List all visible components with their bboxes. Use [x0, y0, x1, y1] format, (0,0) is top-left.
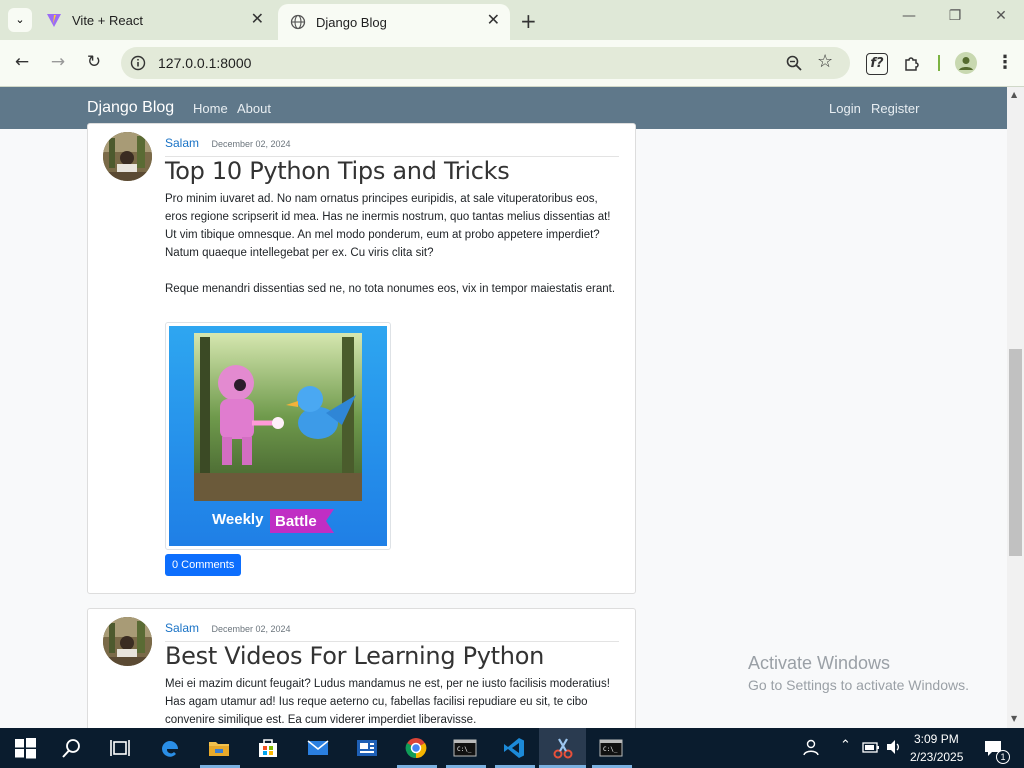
bookmark-star-icon[interactable]: ☆ [817, 51, 833, 72]
scroll-up-arrow-icon[interactable]: ▲ [1011, 90, 1017, 99]
volume-icon[interactable] [885, 739, 903, 755]
close-tab-icon[interactable]: ✕ [487, 13, 500, 29]
close-tab-icon[interactable]: ✕ [251, 12, 264, 28]
post-paragraph: Pro minim iuvaret ad. No nam ornatus pri… [165, 193, 611, 259]
image-caption-battle: Battle [275, 513, 317, 530]
vite-logo-icon [47, 14, 61, 27]
post-date: December 02, 2024 [211, 139, 291, 149]
vscode-icon[interactable] [502, 736, 526, 760]
terminal-icon[interactable]: C:\_ [599, 736, 623, 760]
site-info-icon[interactable] [130, 55, 146, 71]
restore-icon[interactable]: ❐ [940, 8, 970, 24]
profile-avatar-icon[interactable] [955, 52, 977, 74]
forward-arrow-icon[interactable]: → [46, 52, 70, 72]
post-image: Weekly Battle [165, 322, 391, 550]
post-paragraph: Reque menandri dissentias sed ne, no tot… [165, 283, 616, 295]
post-card: Salam December 02, 2024 Best Videos For … [87, 608, 636, 728]
chrome-icon[interactable] [404, 736, 428, 760]
nav-link-about[interactable]: About [237, 101, 271, 116]
battery-icon[interactable] [862, 740, 880, 754]
tab-vite-react[interactable]: Vite + React ✕ [34, 0, 274, 40]
task-view-icon[interactable] [108, 736, 132, 760]
post-title[interactable]: Top 10 Python Tips and Tricks [165, 157, 510, 185]
activate-windows-title: Activate Windows [748, 653, 891, 673]
tab-search-chevron-icon[interactable]: ⌄ [8, 8, 32, 32]
post-date: December 02, 2024 [211, 624, 291, 634]
minimize-icon[interactable]: — [894, 8, 924, 24]
taskbar-clock-date[interactable]: 2/23/2025 [910, 750, 963, 764]
post-author-link[interactable]: Salam [165, 621, 199, 635]
globe-icon [290, 14, 306, 30]
toolbar-divider [938, 55, 940, 71]
taskbar-clock-time[interactable]: 3:09 PM [914, 732, 959, 746]
tab-title: Vite + React [72, 12, 143, 28]
zoom-icon[interactable] [786, 55, 802, 71]
mail-icon[interactable] [306, 736, 330, 760]
post-card: Salam December 02, 2024 Top 10 Python Ti… [87, 123, 636, 594]
comments-button[interactable]: 0 Comments [165, 554, 242, 576]
nav-link-login[interactable]: Login [829, 101, 861, 116]
activate-windows-subtitle: Go to Settings to activate Windows. [748, 677, 969, 693]
scroll-down-arrow-icon[interactable]: ▼ [1011, 714, 1017, 723]
terminal-icon[interactable]: C:\_ [453, 736, 477, 760]
microsoft-store-icon[interactable] [256, 736, 280, 760]
extension-fx-icon[interactable]: f? [866, 53, 888, 75]
snipping-tool-icon[interactable] [551, 736, 575, 760]
image-caption-weekly: Weekly [212, 511, 264, 528]
people-icon[interactable] [802, 738, 820, 756]
post-content: Pro minim iuvaret ad. No nam ornatus pri… [165, 190, 620, 316]
tab-django-blog[interactable]: Django Blog ✕ [278, 4, 510, 40]
post-paragraph: Mei ei mazim dicunt feugait? Ludus manda… [165, 678, 610, 726]
post-content: Mei ei mazim dicunt feugait? Ludus manda… [165, 675, 620, 728]
svg-text:C:\_: C:\_ [603, 746, 618, 753]
tray-chevron-up-icon[interactable]: ⌃ [840, 738, 851, 753]
svg-text:C:\_: C:\_ [457, 746, 472, 753]
post-meta: Salam December 02, 2024 [165, 134, 619, 157]
navbar-brand[interactable]: Django Blog [87, 99, 174, 117]
extensions-puzzle-icon[interactable] [903, 54, 921, 72]
search-icon[interactable] [60, 736, 84, 760]
url-text[interactable]: 127.0.0.1:8000 [158, 55, 251, 71]
menu-kebab-icon[interactable]: ⋮ [996, 52, 1014, 73]
author-avatar[interactable] [103, 132, 152, 181]
edge-browser-icon[interactable] [158, 736, 182, 760]
page-viewport: Django Blog Home About Login Register Sa… [0, 87, 1007, 728]
file-explorer-icon[interactable] [207, 736, 231, 760]
scrollbar-thumb[interactable] [1009, 349, 1022, 556]
new-tab-plus-icon[interactable]: + [520, 9, 537, 33]
back-arrow-icon[interactable]: ← [10, 52, 34, 72]
tab-title: Django Blog [316, 14, 387, 30]
author-avatar[interactable] [103, 617, 152, 666]
windows-start-icon[interactable] [13, 736, 37, 760]
news-app-icon[interactable] [355, 736, 379, 760]
reload-icon[interactable]: ↻ [82, 52, 106, 72]
post-author-link[interactable]: Salam [165, 136, 199, 150]
nav-link-home[interactable]: Home [193, 101, 228, 116]
nav-link-register[interactable]: Register [871, 101, 919, 116]
post-meta: Salam December 02, 2024 [165, 619, 619, 642]
post-title[interactable]: Best Videos For Learning Python [165, 642, 544, 670]
close-window-icon[interactable]: ✕ [986, 8, 1016, 24]
notification-count-badge: 1 [996, 750, 1010, 764]
